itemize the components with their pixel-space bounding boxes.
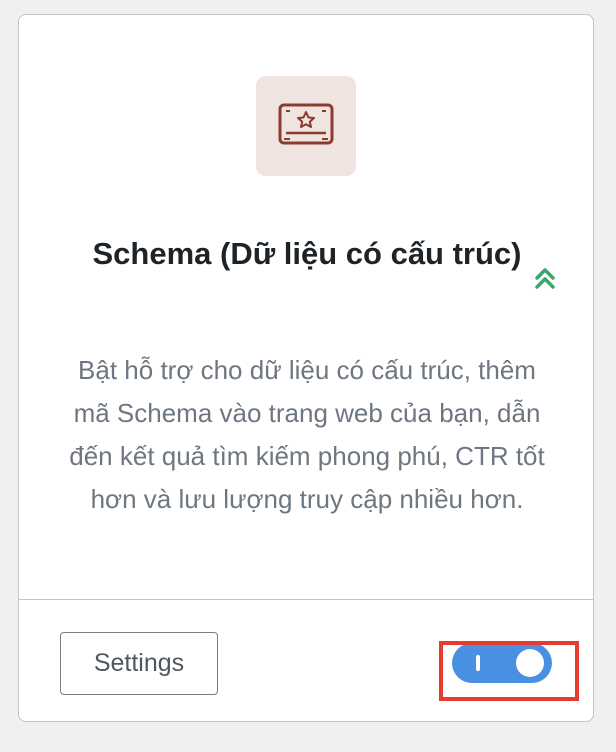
module-card: Schema (Dữ liệu có cấu trúc) Bật hỗ trợ … bbox=[18, 14, 594, 722]
double-chevron-up-icon bbox=[533, 265, 557, 291]
certificate-icon bbox=[278, 103, 334, 150]
card-footer-divider bbox=[19, 599, 593, 600]
settings-button[interactable]: Settings bbox=[60, 632, 218, 695]
module-description: Bật hỗ trợ cho dữ liệu có cấu trúc, thêm… bbox=[69, 355, 545, 514]
module-icon-box bbox=[256, 76, 356, 176]
highlight-box bbox=[439, 641, 579, 701]
module-title: Schema (Dữ liệu có cấu trúc) bbox=[92, 236, 522, 271]
